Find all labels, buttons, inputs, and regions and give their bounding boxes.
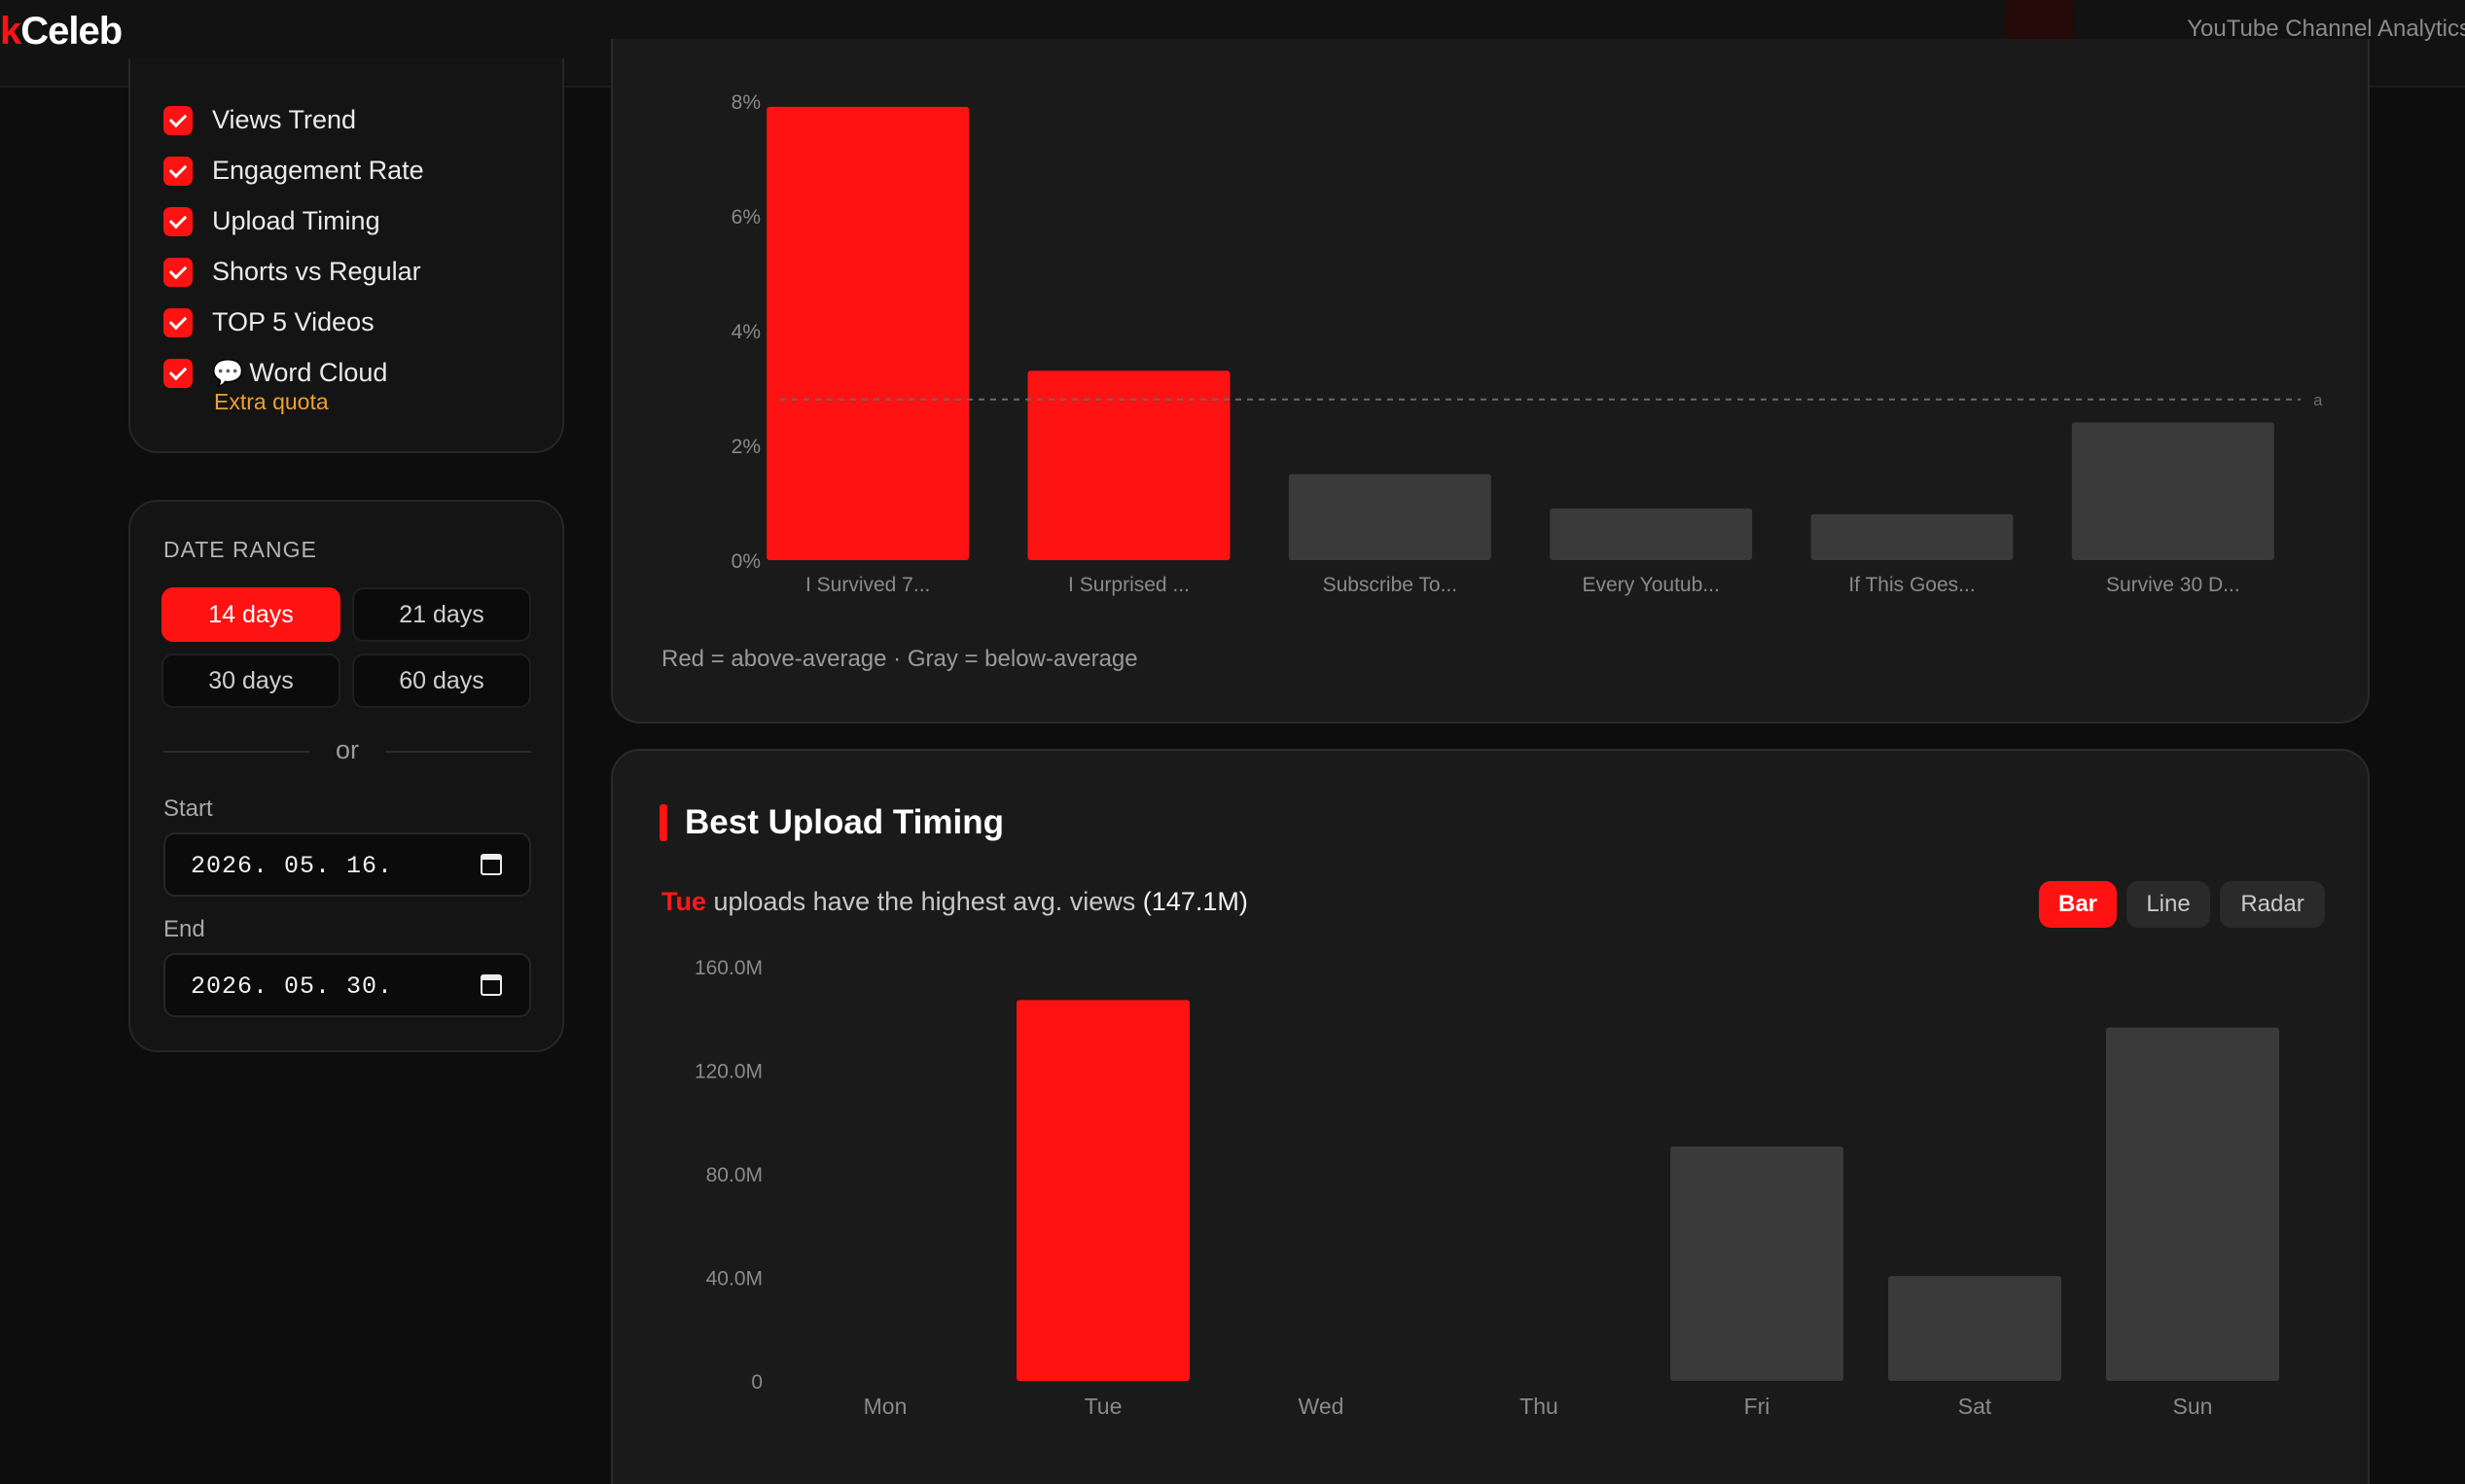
metric-top5-videos[interactable]: TOP 5 Videos (163, 307, 375, 337)
checkbox-checked-icon[interactable] (163, 105, 193, 135)
bar (1027, 371, 1231, 560)
end-date-value: 2026. 05. 30. (191, 972, 394, 1001)
metrics-panel: Views Trend Engagement Rate Upload Timin… (128, 58, 564, 453)
metric-engagement-rate[interactable]: Engagement Rate (163, 156, 424, 186)
date-range-panel: DATE RANGE 14 days 21 days 30 days 60 da… (128, 500, 564, 1052)
x-tick-label: I Surprised ... (1068, 574, 1190, 596)
x-tick-label: Sun (2173, 1394, 2213, 1419)
y-tick-label: 4% (732, 321, 761, 343)
checkbox-checked-icon[interactable] (163, 206, 193, 236)
x-tick-label: Sat (1958, 1394, 1992, 1419)
metric-label: Upload Timing (212, 206, 380, 235)
engagement-rate-card: 0% 2% 4% 6% 8% I Survived 7... I Surprised ...… (611, 39, 2370, 724)
y-tick-label: 2% (732, 436, 761, 458)
metric-shorts-vs-regular[interactable]: Shorts vs Regular (163, 257, 421, 287)
calendar-icon[interactable] (481, 854, 502, 875)
start-date-input[interactable]: 2026. 05. 16. (163, 832, 531, 897)
average-line-label: a (2313, 391, 2323, 409)
range-14-days-button[interactable]: 14 days (161, 587, 340, 642)
end-date-input[interactable]: 2026. 05. 30. (163, 953, 531, 1017)
divider-line (385, 751, 531, 753)
or-divider: or (163, 731, 531, 770)
insight-text: uploads have the highest avg. views (706, 887, 1143, 916)
bar (1810, 513, 2014, 560)
y-tick-label: 120.0M (695, 1061, 763, 1083)
y-tick-label: 40.0M (706, 1268, 763, 1290)
y-tick-label: 0 (751, 1371, 763, 1394)
metric-views-trend[interactable]: Views Trend (163, 105, 356, 135)
date-range-title: DATE RANGE (163, 537, 317, 562)
metric-label: Shorts vs Regular (212, 257, 421, 286)
x-tick-label: If This Goes... (1848, 574, 1975, 596)
upload-timing-chart: 0 40.0M 80.0M 120.0M 160.0M Mon Tue Wed Thu Fri Sa… (695, 957, 2279, 1419)
range-30-days-button[interactable]: 30 days (161, 654, 340, 708)
start-date-value: 2026. 05. 16. (191, 852, 394, 880)
title-accent-bar (660, 804, 667, 841)
x-tick-label: Survive 30 D... (2106, 574, 2240, 596)
x-tick-label: Wed (1299, 1394, 1344, 1419)
y-tick-label: 80.0M (706, 1164, 763, 1186)
timing-insight: Tue uploads have the highest avg. views … (661, 887, 1248, 917)
bar-toggle-button[interactable]: Bar (2039, 881, 2117, 928)
insight-value: (147.1M) (1142, 887, 1248, 916)
start-date-label: Start (163, 795, 213, 822)
checkbox-checked-icon[interactable] (163, 358, 193, 388)
y-tick-label: 0% (732, 550, 761, 573)
bar (767, 106, 970, 561)
insight-day: Tue (661, 887, 706, 916)
metric-upload-timing[interactable]: Upload Timing (163, 206, 380, 236)
range-60-days-button[interactable]: 60 days (352, 654, 531, 708)
chart-legend-note: Red = above-average · Gray = below-avera… (661, 646, 1138, 672)
bar (1670, 1147, 1843, 1381)
line-toggle-button[interactable]: Line (2126, 881, 2210, 928)
metric-label-wrap: 💬 Word Cloud (212, 358, 387, 388)
x-tick-label: Thu (1519, 1394, 1558, 1419)
bar (2106, 1027, 2279, 1381)
section-title: Best Upload Timing (660, 803, 1004, 842)
section-title-text: Best Upload Timing (685, 803, 1004, 841)
metric-label: Engagement Rate (212, 156, 424, 185)
speech-bubble-icon: 💬 (212, 358, 244, 387)
radar-toggle-button[interactable]: Radar (2220, 881, 2325, 928)
range-21-days-button[interactable]: 21 days (352, 587, 531, 642)
y-tick-label: 160.0M (695, 957, 763, 979)
brand-accent: k (0, 10, 21, 53)
checkbox-checked-icon[interactable] (163, 307, 193, 337)
bar (1017, 1000, 1190, 1381)
extra-quota-note: Extra quota (214, 389, 329, 414)
bar (1550, 508, 1753, 560)
metric-label: Views Trend (212, 105, 357, 134)
bar (1288, 474, 1491, 560)
engagement-rate-chart: 0% 2% 4% 6% 8% I Survived 7... I Surprised ...… (732, 91, 2323, 596)
bar (2071, 422, 2274, 560)
y-tick-label: 8% (732, 91, 761, 114)
x-tick-label: Fri (1744, 1394, 1770, 1419)
end-date-label: End (163, 916, 205, 942)
metric-label: TOP 5 Videos (212, 307, 375, 336)
upload-timing-card: Best Upload Timing Tue uploads have the … (611, 749, 2370, 1484)
x-tick-label: Subscribe To... (1323, 574, 1458, 596)
checkbox-checked-icon[interactable] (163, 156, 193, 186)
calendar-icon[interactable] (481, 974, 502, 996)
metric-word-cloud[interactable]: 💬 Word Cloud (163, 358, 387, 388)
bar (1888, 1276, 2061, 1381)
x-tick-label: I Survived 7... (805, 574, 930, 596)
x-tick-label: Mon (864, 1394, 908, 1419)
metric-label: Word Cloud (249, 358, 388, 387)
x-tick-label: Tue (1085, 1394, 1123, 1419)
brand-logo[interactable]: kCeleb (0, 10, 123, 53)
y-tick-label: 6% (732, 206, 761, 229)
checkbox-checked-icon[interactable] (163, 257, 193, 287)
brand-name: Celeb (20, 10, 123, 53)
x-tick-label: Every Youtub... (1583, 574, 1720, 596)
